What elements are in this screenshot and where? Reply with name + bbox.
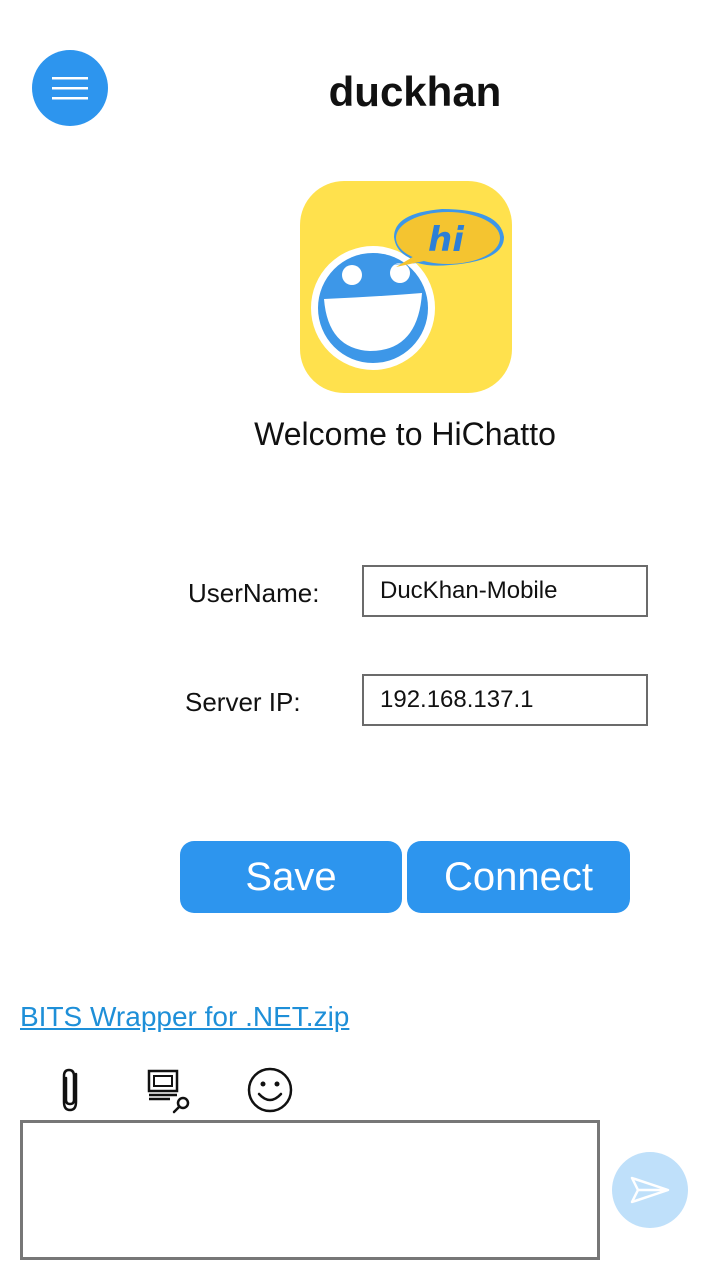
- welcome-text: Welcome to HiChatto: [254, 416, 556, 452]
- message-input[interactable]: [20, 1120, 600, 1260]
- image-search-icon: [147, 1069, 190, 1114]
- send-button[interactable]: [612, 1152, 688, 1228]
- username-field[interactable]: [362, 565, 648, 617]
- server-ip-field[interactable]: [362, 674, 648, 726]
- username-label: UserName:: [188, 578, 320, 608]
- logo-hi-text: hi: [428, 220, 465, 260]
- emoji-icon: [247, 1067, 293, 1113]
- server-ip-label: Server IP:: [185, 687, 301, 717]
- connect-button[interactable]: Connect: [407, 841, 630, 913]
- save-button[interactable]: Save: [180, 841, 402, 913]
- hamburger-menu-icon: [52, 77, 88, 100]
- file-link[interactable]: BITS Wrapper for .NET.zip: [20, 997, 349, 1037]
- emoji-button[interactable]: [246, 1066, 294, 1114]
- attach-button[interactable]: [48, 1066, 96, 1114]
- menu-button[interactable]: [32, 50, 108, 126]
- page-title: duckhan: [328, 68, 502, 115]
- hichatto-logo: hi: [300, 181, 512, 393]
- send-icon: [630, 1176, 670, 1204]
- attach-icon: [62, 1068, 78, 1112]
- hichatto-logo-icon: hi: [300, 181, 512, 393]
- image-search-button[interactable]: [146, 1066, 194, 1114]
